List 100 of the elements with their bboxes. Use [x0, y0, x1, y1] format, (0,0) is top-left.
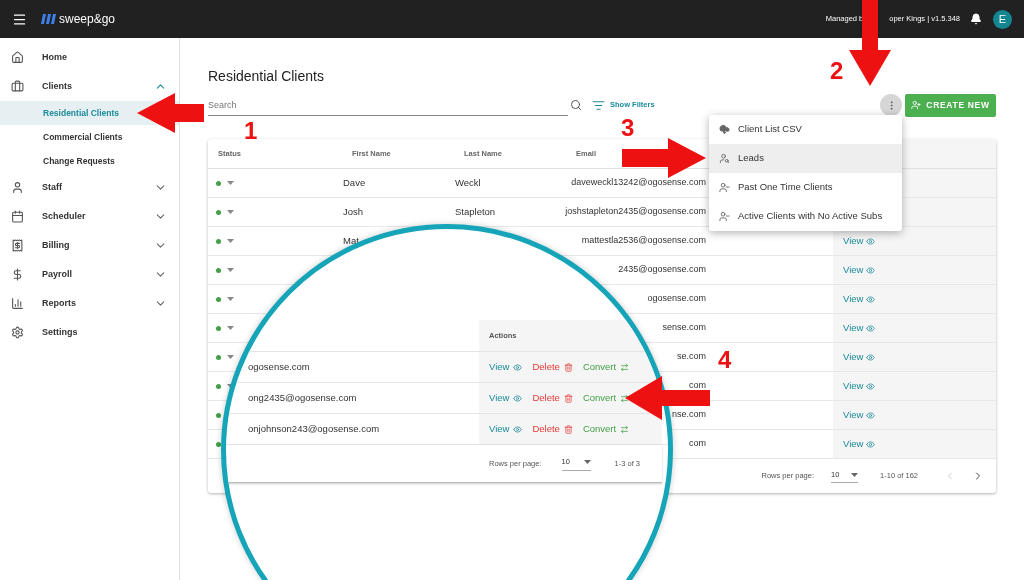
sidebar-item[interactable]: Reports: [0, 289, 179, 318]
table-cell: sense.com: [662, 321, 706, 335]
view-link[interactable]: View: [843, 233, 876, 249]
eye-icon: [866, 265, 876, 275]
convert-link[interactable]: Convert: [582, 390, 630, 406]
eye-icon: [866, 381, 876, 391]
sidebar-item[interactable]: Payroll: [0, 260, 179, 289]
caret-down-icon[interactable]: [227, 326, 234, 330]
filter-icon: [592, 98, 605, 112]
eye-icon: [866, 323, 876, 333]
calendar-icon: [11, 210, 24, 223]
table-cell: Dave: [343, 176, 366, 188]
create-new-button[interactable]: CREATE NEW: [905, 93, 996, 117]
menu-item[interactable]: Leads: [709, 144, 902, 173]
annotation-number: 1: [244, 117, 258, 145]
add-person-icon: [911, 100, 922, 110]
page-title: Residential Clients: [208, 67, 324, 86]
caret-down-icon: [851, 472, 859, 477]
logo-icon: [41, 14, 57, 24]
table-cell: daveweckl13242@ogosense.com: [571, 176, 706, 190]
user-avatar[interactable]: E: [993, 9, 1012, 29]
sidebar-item[interactable]: Clients: [0, 72, 179, 101]
notifications-icon[interactable]: [970, 13, 982, 25]
dollar-icon: [11, 268, 24, 281]
eye-icon: [513, 424, 523, 434]
convert-arrows-icon: [620, 393, 630, 403]
cloud-download-icon: [719, 124, 730, 135]
more-options-button[interactable]: [880, 94, 902, 116]
table-cell-text: onjohnson243@ogosense.com: [248, 421, 380, 436]
caret-down-icon[interactable]: [227, 239, 234, 243]
table-cell: com: [689, 379, 706, 393]
eye-icon: [513, 362, 523, 372]
caret-down-icon[interactable]: [227, 355, 234, 359]
view-link[interactable]: View: [843, 349, 876, 365]
view-link[interactable]: View: [489, 390, 523, 406]
caret-down-icon[interactable]: [227, 181, 234, 185]
sidebar-item[interactable]: Staff: [0, 173, 179, 202]
home-icon: [11, 51, 24, 64]
eye-icon: [866, 236, 876, 246]
briefcase-icon: [11, 80, 24, 93]
sidebar-item[interactable]: Home: [0, 43, 179, 72]
sidebar-item[interactable]: Settings: [0, 318, 179, 347]
caret-down-icon[interactable]: [227, 268, 234, 272]
eye-icon: [866, 294, 876, 304]
menu-icon[interactable]: [12, 11, 27, 27]
sidebar-subitem[interactable]: Change Requests: [0, 149, 179, 173]
search-field[interactable]: Search: [208, 94, 568, 116]
person-minus-icon: [719, 182, 730, 193]
delete-link[interactable]: Delete: [532, 421, 573, 437]
menu-item[interactable]: Past One Time Clients: [709, 173, 902, 202]
table-cell-text: ogosense.com: [248, 359, 310, 374]
table-cell: nse.com: [672, 408, 706, 422]
delete-link[interactable]: Delete: [532, 390, 573, 406]
convert-link[interactable]: Convert: [582, 359, 630, 375]
table-cell: joshstapleton2435@ogosense.com: [565, 205, 706, 219]
trash-icon: [563, 424, 573, 434]
view-link[interactable]: View: [489, 359, 523, 375]
caret-down-icon: [583, 460, 591, 464]
annotation-number: 3: [621, 114, 635, 142]
convert-link[interactable]: Convert: [582, 421, 630, 437]
person-minus-icon: [719, 211, 730, 222]
convert-arrows-icon: [620, 362, 630, 372]
sidebar-item[interactable]: Scheduler: [0, 202, 179, 231]
table-cell: Stapleton: [455, 205, 496, 217]
annotation-number: 2: [830, 57, 844, 85]
view-link[interactable]: View: [843, 291, 876, 307]
annotation-arrow: [137, 93, 204, 133]
sidebar-subitem[interactable]: Commercial Clients: [0, 125, 179, 149]
table-cell: 2435@ogosense.com: [618, 263, 706, 277]
trash-icon: [563, 362, 573, 372]
caret-down-icon[interactable]: [227, 297, 234, 301]
view-link[interactable]: View: [843, 407, 876, 423]
sidebar-item[interactable]: Billing: [0, 231, 179, 260]
table-cell: com: [689, 437, 706, 451]
trash-icon: [563, 393, 573, 403]
person-search-icon: [719, 153, 730, 164]
table-cell: ogosense.com: [647, 292, 706, 306]
view-link[interactable]: View: [843, 262, 876, 278]
menu-item[interactable]: Client List CSV: [709, 115, 902, 144]
bar-chart-icon: [11, 297, 24, 310]
view-link[interactable]: View: [843, 320, 876, 336]
table-cell: Josh: [343, 205, 364, 217]
eye-icon: [866, 352, 876, 362]
eye-icon: [866, 439, 876, 449]
delete-link[interactable]: Delete: [532, 359, 573, 375]
table-cell-text: ong2435@ogosense.com: [248, 390, 357, 405]
eye-icon: [866, 410, 876, 420]
view-link[interactable]: View: [489, 421, 523, 437]
menu-item[interactable]: Active Clients with No Active Subs: [709, 202, 902, 231]
table-cell: se.com: [677, 350, 706, 364]
settings-icon: [11, 326, 24, 339]
search-icon[interactable]: [570, 99, 582, 111]
view-link[interactable]: View: [843, 436, 876, 452]
view-link[interactable]: View: [843, 378, 876, 394]
convert-arrows-icon: [620, 424, 630, 434]
person-icon: [11, 181, 24, 194]
eye-icon: [513, 393, 523, 403]
caret-down-icon[interactable]: [227, 210, 234, 214]
annotation-number: 4: [718, 346, 732, 374]
receipt-icon: [11, 239, 24, 252]
